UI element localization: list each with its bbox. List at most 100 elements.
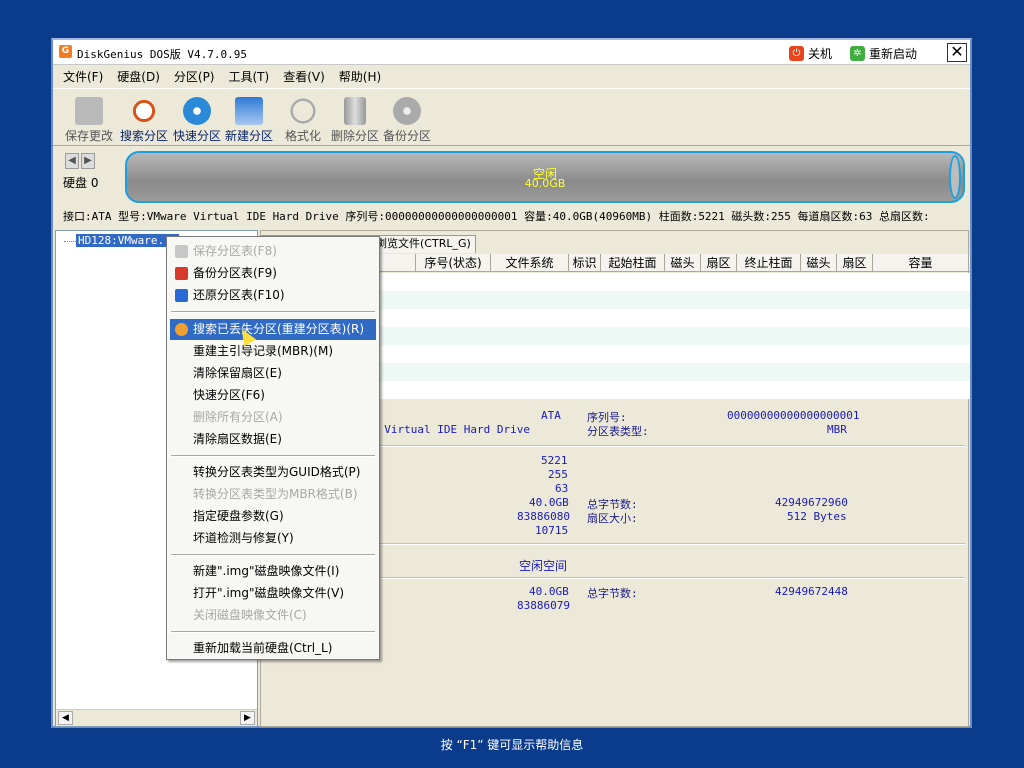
col-id[interactable]: 标识 [569,254,601,272]
app-logo-icon: G [59,45,72,58]
new-disk-icon [235,97,263,125]
close-button[interactable]: ✕ [947,43,967,62]
window-title: DiskGenius DOS版 V4.7.0.95 [77,48,247,61]
save-changes-label: 保存更改 [64,129,113,143]
save-icon [175,245,188,258]
search-partition-label: 搜索分区 [119,129,168,143]
menu-item-label: 清除保留扇区(E) [193,366,282,380]
menu-separator [171,455,375,457]
menu-view[interactable]: 查看(V) [283,68,325,85]
menu-help[interactable]: 帮助(H) [339,68,381,85]
menu-item-search-lost-partitions[interactable]: 搜索已丢失分区(重建分区表)(R) [170,319,376,340]
menu-item-delete-all-partitions[interactable]: 删除所有分区(A) [170,407,376,428]
free-size: 40.0GB [524,177,566,190]
menu-item-rebuild-mbr[interactable]: 重建主引导记录(MBR)(M) [170,341,376,362]
menu-item-label: 坏道检测与修复(Y) [193,531,294,545]
menu-item-quick-partition[interactable]: 快速分区(F6) [170,385,376,406]
menu-item-label: 转换分区表类型为MBR格式(B) [193,487,358,501]
menu-separator [171,311,375,313]
new-partition-button[interactable]: 新建分区 [221,91,277,147]
menu-item-restore-partition-table[interactable]: 还原分区表(F10) [170,285,376,306]
menu-item-save-partition-table[interactable]: 保存分区表(F8) [170,241,376,262]
disk-map: ◀ ▶ 硬盘 0 空闲 40.0GB [53,148,970,206]
col-start-cyl[interactable]: 起始柱面 [601,254,665,272]
format-button[interactable]: 格式化 [275,91,331,147]
shutdown-label: 关机 [808,46,833,61]
menu-item-backup-partition-table[interactable]: 备份分区表(F9) [170,263,376,284]
menu-file[interactable]: 文件(F) [63,68,103,85]
backup-icon [175,267,188,280]
restore-icon [175,289,188,302]
col-end-head[interactable]: 磁头 [801,254,837,272]
menu-item-convert-to-guid[interactable]: 转换分区表类型为GUID格式(P) [170,462,376,483]
power-icon: ⏻ [789,45,804,61]
tab-browse-files[interactable]: 浏览文件(CTRL_G) [371,235,476,253]
restart-label: 重新启动 [869,46,918,61]
save-changes-button[interactable]: 保存更改 [61,91,117,147]
format-icon [289,97,317,125]
total-bytes-value: 42949672960 [775,496,848,509]
menu-bar: 文件(F) 硬盘(D) 分区(P) 工具(T) 查看(V) 帮助(H) [53,66,970,86]
bar-end-cap [949,155,961,199]
menu-item-clear-reserved-sectors[interactable]: 清除保留扇区(E) [170,363,376,384]
total-sectors-value: 83886080 [517,510,570,523]
shutdown-button[interactable]: ⏻ 关机 [789,44,832,62]
menu-tools[interactable]: 工具(T) [229,68,270,85]
menu-item-label: 重新加载当前硬盘(Ctrl_L) [193,641,333,655]
menu-disk[interactable]: 硬盘(D) [117,68,160,85]
menu-item-close-img[interactable]: 关闭磁盘映像文件(C) [170,605,376,626]
context-menu: 保存分区表(F8) 备份分区表(F9) 还原分区表(F10) 搜索已丢失分区(重… [166,236,380,660]
interface-value: ATA [541,409,561,422]
menu-item-clear-sector-data[interactable]: 清除扇区数据(E) [170,429,376,450]
model-value: e Virtual IDE Hard Drive [371,423,530,436]
backup-icon [393,97,421,125]
scroll-right-icon[interactable]: ▶ [240,711,255,725]
extra-value: 10715 [535,524,569,537]
menu-item-label: 新建".img"磁盘映像文件(I) [193,564,340,578]
col-capacity[interactable]: 容量 [873,254,969,272]
col-filesystem[interactable]: 文件系统 [491,254,569,272]
menu-item-label: 打开".img"磁盘映像文件(V) [193,586,345,600]
horizontal-scrollbar[interactable]: ◀ ▶ [56,709,257,726]
backup-partition-button[interactable]: 备份分区 [379,91,435,147]
tree-item-hd128[interactable]: HD128:VMware... [76,234,180,247]
menu-item-new-img[interactable]: 新建".img"磁盘映像文件(I) [170,561,376,582]
menu-item-bad-sector-check[interactable]: 坏道检测与修复(Y) [170,528,376,549]
col-start-sector[interactable]: 扇区 [701,254,737,272]
restart-button[interactable]: ✲ 重新启动 [850,44,917,62]
col-end-sector[interactable]: 扇区 [837,254,873,272]
menu-item-label: 删除所有分区(A) [193,410,283,424]
new-partition-label: 新建分区 [224,129,273,143]
sector-size-value: 512 Bytes [787,510,847,523]
menu-item-label: 备份分区表(F9) [193,266,277,280]
menu-item-open-img[interactable]: 打开".img"磁盘映像文件(V) [170,583,376,604]
scroll-left-icon[interactable]: ◀ [58,711,73,725]
col-start-head[interactable]: 磁头 [665,254,701,272]
delete-partition-button[interactable]: 删除分区 [327,91,383,147]
delete-partition-label: 删除分区 [330,129,379,143]
quick-partition-button[interactable]: 快速分区 [169,91,225,147]
search-icon [175,323,188,336]
format-label: 格式化 [284,129,321,143]
free-space-bar[interactable]: 空闲 40.0GB [125,151,965,203]
trash-icon [344,97,366,125]
search-partition-button[interactable]: 搜索分区 [116,91,172,147]
heads-value: 255 [548,468,568,481]
help-hint: 按 “F1” 键可显示帮助信息 [440,738,584,752]
menu-item-convert-to-mbr[interactable]: 转换分区表类型为MBR格式(B) [170,484,376,505]
backup-partition-label: 备份分区 [382,129,431,143]
col-index[interactable]: 序号(状态) [416,254,491,272]
chevron-left-icon[interactable]: ◀ [65,153,79,169]
col-end-cyl[interactable]: 终止柱面 [737,254,801,272]
menu-item-label: 清除扇区数据(E) [193,432,282,446]
menu-item-specify-disk-params[interactable]: 指定硬盘参数(G) [170,506,376,527]
restart-icon: ✲ [850,45,865,61]
menu-item-reload-disk[interactable]: 重新加载当前硬盘(Ctrl_L) [170,638,376,659]
menu-item-label: 转换分区表类型为GUID格式(P) [193,465,361,479]
disk-label: 硬盘 0 [63,176,99,190]
capacity-value: 40.0GB [529,496,569,509]
cylinders-value: 5221 [541,454,568,467]
save-icon [75,97,103,125]
chevron-right-icon[interactable]: ▶ [81,153,95,169]
menu-partition[interactable]: 分区(P) [174,68,215,85]
